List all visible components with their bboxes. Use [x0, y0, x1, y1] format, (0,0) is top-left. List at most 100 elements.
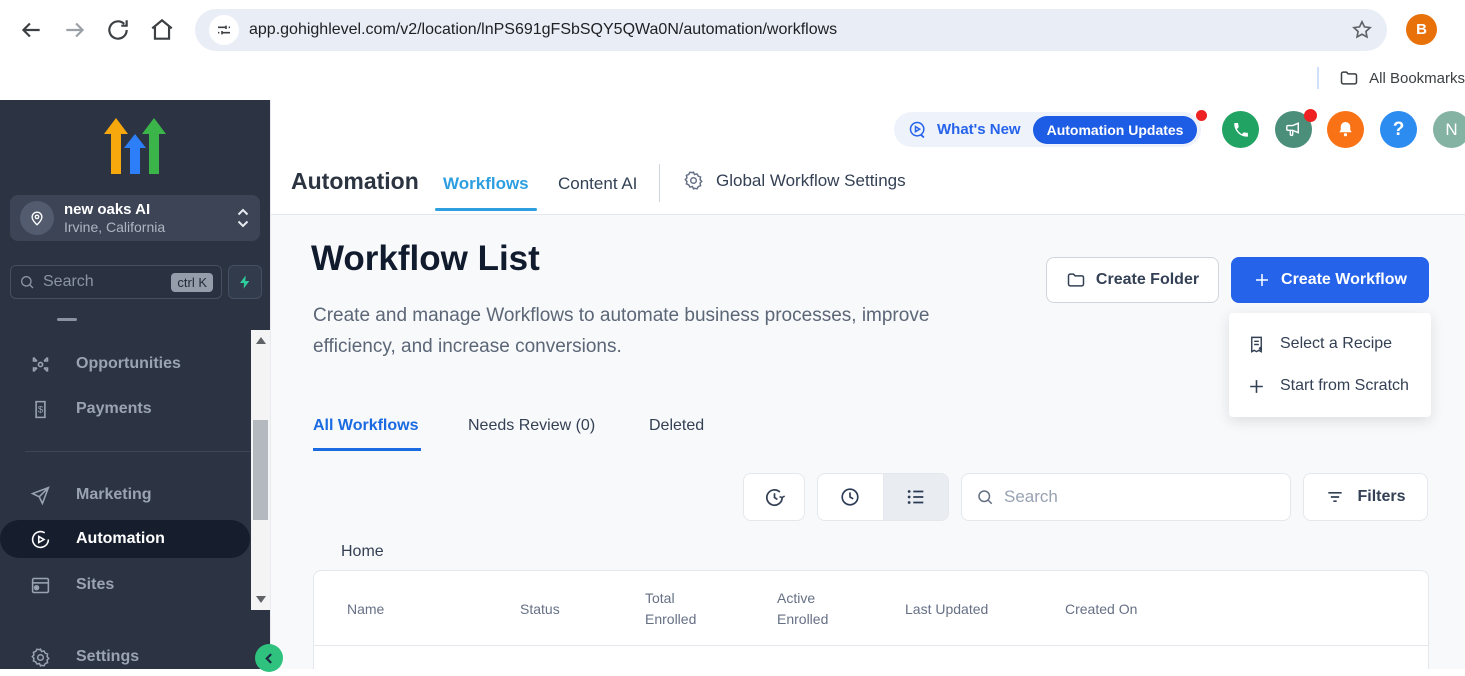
recipe-icon [1247, 335, 1266, 354]
svg-text:$: $ [38, 404, 44, 415]
sidebar-search[interactable]: ctrl K [10, 265, 222, 299]
gohighlevel-logo-icon [97, 112, 173, 174]
tab-all-workflows[interactable]: All Workflows [313, 417, 419, 435]
url-bar[interactable]: app.gohighlevel.com/v2/location/lnPS691g… [195, 9, 1387, 51]
tab-deleted[interactable]: Deleted [649, 417, 704, 435]
automation-header: Automation Workflows Content AI Global W… [271, 100, 1465, 215]
search-icon [19, 274, 35, 290]
reload-icon[interactable] [105, 17, 131, 43]
sidebar-scrollbar[interactable] [251, 330, 270, 610]
bell-icon [1336, 120, 1355, 139]
workflow-list-title: Workflow List [311, 239, 540, 279]
folder-icon [1339, 68, 1359, 88]
tab-content-ai[interactable]: Content AI [558, 174, 637, 194]
help-button[interactable]: ? [1380, 111, 1417, 148]
column-status[interactable]: Status [520, 571, 560, 646]
whats-new-pill[interactable]: What's New Automation Updates [894, 112, 1201, 147]
announcements-notification-dot [1304, 109, 1317, 122]
search-icon [976, 488, 994, 506]
create-folder-button[interactable]: Create Folder [1046, 257, 1219, 303]
filters-button[interactable]: Filters [1303, 473, 1428, 521]
menu-item-start-from-scratch[interactable]: Start from Scratch [1229, 365, 1431, 407]
execution-logs-button[interactable] [743, 473, 805, 521]
column-created-on[interactable]: Created On [1065, 571, 1137, 646]
account-name: new oaks AI [64, 201, 165, 219]
url-text[interactable]: app.gohighlevel.com/v2/location/lnPS691g… [249, 21, 1351, 39]
main-content: Automation Workflows Content AI Global W… [270, 100, 1465, 669]
sidebar-divider [25, 451, 250, 452]
menu-item-select-recipe[interactable]: Select a Recipe [1229, 323, 1431, 365]
sidebar-search-input[interactable] [43, 273, 153, 291]
forward-icon[interactable] [62, 17, 88, 43]
marketing-icon [30, 485, 51, 506]
account-location: Irvine, California [64, 219, 165, 236]
bookmark-star-icon[interactable] [1351, 19, 1373, 41]
bookmarks-bar: All Bookmarks [1317, 63, 1465, 93]
scroll-down-icon[interactable] [256, 596, 266, 603]
whats-new-label: What's New [937, 121, 1021, 138]
notifications-button[interactable] [1327, 111, 1364, 148]
list-view-toggle[interactable] [884, 474, 949, 520]
tab-needs-review[interactable]: Needs Review (0) [468, 417, 595, 435]
automation-updates-badge[interactable]: Automation Updates [1033, 116, 1198, 144]
workflow-table: Name Status Total Enrolled Active Enroll… [313, 570, 1429, 669]
workflow-search-input[interactable] [1004, 487, 1244, 507]
page-title: Automation [291, 168, 419, 195]
bookmarks-separator [1317, 67, 1319, 89]
table-header-row: Name Status Total Enrolled Active Enroll… [314, 571, 1428, 646]
settings-gear-icon [30, 647, 51, 668]
automation-icon [30, 529, 51, 550]
opportunities-icon [30, 354, 51, 375]
account-switcher[interactable]: new oaks AI Irvine, California [10, 195, 260, 241]
sidebar-collapse-button[interactable] [255, 644, 283, 672]
create-workflow-dropdown: Select a Recipe Start from Scratch [1229, 313, 1431, 417]
quick-actions-button[interactable] [228, 265, 262, 299]
scroll-up-icon[interactable] [256, 337, 266, 344]
phone-button[interactable] [1222, 111, 1259, 148]
column-last-updated[interactable]: Last Updated [905, 571, 988, 646]
all-bookmarks-label[interactable]: All Bookmarks [1369, 70, 1465, 87]
global-workflow-settings-link[interactable]: Global Workflow Settings [683, 170, 906, 191]
sidebar-item-opportunities[interactable]: Opportunities [0, 345, 250, 383]
clock-icon [839, 486, 861, 508]
time-view-toggle[interactable] [818, 474, 883, 520]
scrollbar-thumb[interactable] [253, 420, 268, 520]
site-settings-icon[interactable] [209, 15, 239, 45]
lightning-bolt-icon [237, 274, 253, 290]
tab-workflows[interactable]: Workflows [443, 174, 529, 194]
user-avatar[interactable]: N [1433, 111, 1465, 148]
plus-icon [1247, 377, 1266, 396]
sidebar-item-payments[interactable]: $ Payments [0, 390, 250, 428]
workflow-list-description: Create and manage Workflows to automate … [313, 300, 1013, 362]
browser-chrome: app.gohighlevel.com/v2/location/lnPS691g… [0, 0, 1465, 100]
breadcrumb[interactable]: Home [341, 543, 384, 561]
column-name[interactable]: Name [347, 571, 384, 646]
search-shortcut-badge: ctrl K [171, 273, 213, 292]
column-total-enrolled[interactable]: Total Enrolled [645, 571, 705, 646]
user-initial: N [1445, 120, 1457, 140]
browser-profile-avatar[interactable]: B [1406, 14, 1437, 45]
workflow-search[interactable] [961, 473, 1291, 521]
whats-new-icon [908, 120, 928, 140]
history-clock-icon [763, 486, 786, 509]
phone-icon [1232, 121, 1250, 139]
question-mark-icon: ? [1393, 119, 1405, 141]
back-icon[interactable] [18, 17, 44, 43]
home-icon[interactable] [149, 17, 175, 43]
sidebar-item-marketing[interactable]: Marketing [0, 476, 250, 514]
create-workflow-button[interactable]: Create Workflow [1231, 257, 1429, 303]
chevron-updown-icon [236, 207, 250, 229]
sidebar-item-automation[interactable]: Automation [0, 520, 250, 558]
plus-icon [1253, 271, 1271, 289]
sidebar-item-settings[interactable]: Settings [0, 638, 250, 676]
sidebar-item-sites[interactable]: Sites [0, 566, 250, 604]
view-toggle [817, 473, 949, 521]
tab-all-workflows-underline [313, 448, 421, 451]
location-pin-icon [20, 201, 54, 235]
column-active-enrolled[interactable]: Active Enrolled [777, 571, 837, 646]
partial-scrolled-item [57, 318, 77, 321]
folder-icon [1066, 270, 1086, 290]
megaphone-icon [1284, 120, 1303, 139]
list-icon [905, 486, 927, 508]
chevron-left-icon [263, 652, 276, 665]
